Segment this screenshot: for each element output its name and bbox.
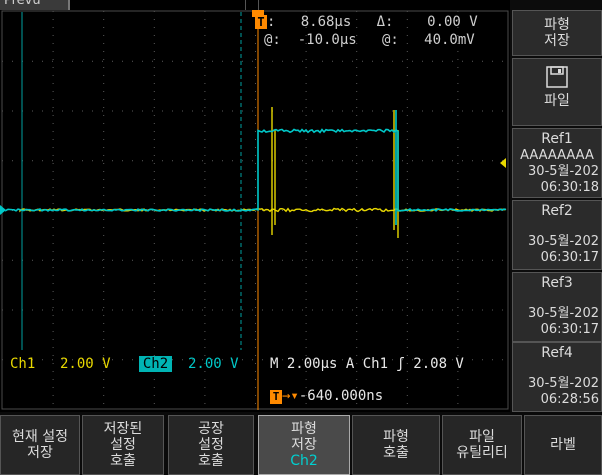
side-menu-label: 파형 [513, 17, 601, 33]
ref-date: 30-5월-202 [513, 234, 601, 250]
recall-saved-setup-button[interactable]: 저장된 설정 호출 [82, 415, 164, 475]
waveform-display: Prevu T: 8.68µs Δ: 0.00 V @: -10.0µs @: … [0, 0, 510, 412]
ch2-volts-per-div: 2.00 V [188, 356, 239, 372]
cursor-readout-row2: @: -10.0µs @: 40.0mV [264, 32, 475, 48]
ref-date: 30-5월-202 [513, 306, 601, 322]
ref-date: 30-5월-202 [513, 376, 601, 392]
button-label: 호출 [83, 453, 163, 469]
ref-name: Ref4 [513, 344, 601, 362]
side-menu-file[interactable]: 파일 [512, 58, 602, 126]
ref-time: 06:30:18 [513, 180, 601, 196]
cursor-readout-row1: T: 8.68µs Δ: 0.00 V [255, 14, 478, 30]
side-menu-label: 저장 [513, 33, 601, 49]
ch2-ground-marker-icon[interactable] [0, 205, 6, 215]
horizontal-trigger-readout: M 2.00µs A Ch1 ʃ 2.08 V [270, 356, 464, 372]
button-label: 설정 [169, 437, 253, 453]
trigger-level-marker-icon[interactable] [500, 158, 506, 168]
side-menu: 파형 저장 파일 Ref1 AAAAAAAA 30-5월-202 06:30:1… [510, 0, 602, 412]
ref-name: Ref3 [513, 274, 601, 292]
status-segment [150, 0, 246, 10]
side-menu-ref2[interactable]: Ref2 30-5월-202 06:30:17 [512, 200, 602, 270]
ref-time: 06:30:17 [513, 322, 601, 338]
cursor-readout-text: @: -10.0µs @: 40.0mV [264, 32, 475, 48]
ref-time: 06:30:17 [513, 250, 601, 266]
side-menu-ref4[interactable]: Ref4 30-5월-202 06:28:56 [512, 342, 602, 412]
trigger-arrow-icon: T [270, 390, 282, 404]
label-button[interactable]: 라벨 [524, 415, 602, 475]
ref-name: Ref1 [513, 130, 601, 148]
ch1-label: Ch1 [10, 356, 35, 372]
grid-dots [2, 11, 503, 404]
ch1-volts-per-div: 2.00 V [60, 356, 111, 372]
button-label: 현재 설정 [1, 429, 79, 445]
trigger-position-readout: T →▾-640.000ns [270, 388, 383, 404]
recall-waveform-button[interactable]: 파형 호출 [352, 415, 440, 475]
ref-date: 30-5월-202 [513, 164, 601, 180]
button-label: 설정 [83, 437, 163, 453]
floppy-disk-icon [545, 65, 569, 89]
side-menu-ref3[interactable]: Ref3 30-5월-202 06:30:17 [512, 272, 602, 342]
cursor-readout-text: : 8.68µs Δ: 0.00 V [267, 14, 478, 30]
button-label: 유틸리티 [443, 445, 521, 461]
acquisition-mode-tab[interactable]: Prevu [0, 0, 70, 10]
button-label: 저장된 [83, 421, 163, 437]
ch1-waveform [20, 107, 506, 238]
button-label: 호출 [353, 445, 439, 461]
button-label: 파형 [353, 429, 439, 445]
side-menu-label: 파일 [513, 93, 601, 109]
acquisition-mode-label: Prevu [4, 0, 41, 8]
recall-factory-setup-button[interactable]: 공장 설정 호출 [168, 415, 254, 475]
ch2-waveform [6, 110, 506, 225]
ch2-label: Ch2 [139, 356, 172, 372]
ref-label: AAAAAAAA [513, 148, 601, 164]
button-label: 저장 [259, 437, 349, 453]
save-current-setup-button[interactable]: 현재 설정 저장 [0, 415, 80, 475]
trigger-arrow-glyph: →▾ [282, 388, 299, 404]
trigger-t-icon: T [255, 15, 267, 29]
button-label: 호출 [169, 453, 253, 469]
file-utilities-button[interactable]: 파일 유틸리티 [442, 415, 522, 475]
button-label: 공장 [169, 421, 253, 437]
button-label: 저장 [1, 445, 79, 461]
side-menu-ref1[interactable]: Ref1 AAAAAAAA 30-5월-202 06:30:18 [512, 128, 602, 198]
button-label: 파일 [443, 429, 521, 445]
button-label: 라벨 [525, 437, 601, 453]
button-label: 파형 [259, 421, 349, 437]
graticule [0, 10, 510, 412]
button-sublabel: Ch2 [259, 453, 349, 469]
status-segment [258, 0, 511, 10]
side-menu-save-waveform[interactable]: 파형 저장 [512, 10, 602, 56]
ref-time: 06:28:56 [513, 392, 601, 408]
ref-name: Ref2 [513, 202, 601, 220]
save-waveform-button[interactable]: 파형 저장 Ch2 [258, 415, 350, 475]
trigger-position-value: -640.000ns [299, 388, 383, 404]
status-bar: Prevu [0, 0, 510, 10]
